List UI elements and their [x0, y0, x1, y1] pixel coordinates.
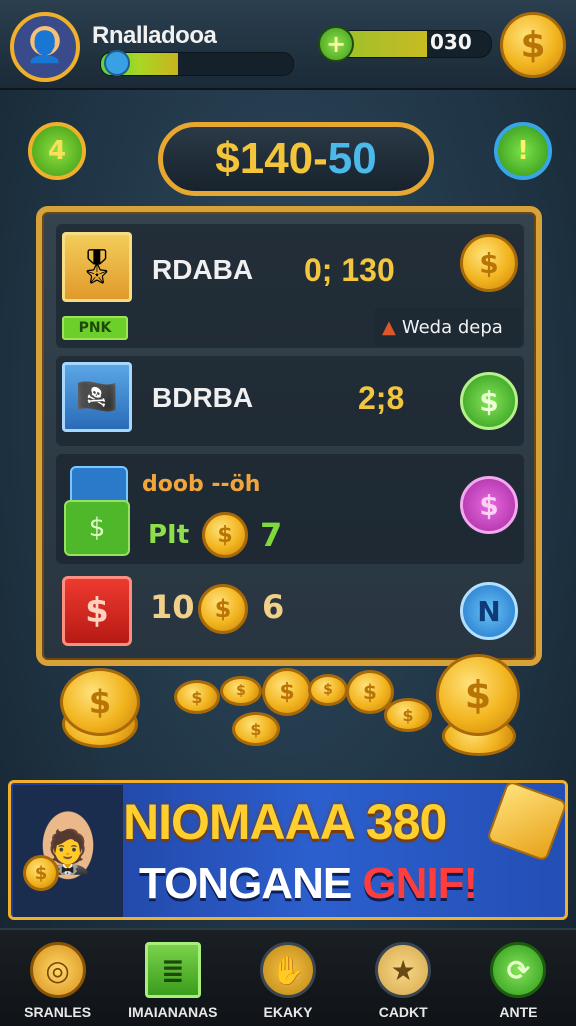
nav-item-2[interactable]: ≣ IMAIANANAS	[115, 930, 230, 1026]
nav-label-1: SRANLES	[24, 1004, 92, 1020]
coin-icon: $	[308, 674, 348, 706]
banner-subline: TONGANE GNIF!	[139, 859, 478, 909]
coin-icon: $	[262, 668, 312, 716]
row-2-action-button[interactable]: $	[460, 372, 518, 430]
board-row-3[interactable]: $ doob --öh PIt $ 7 $	[56, 454, 524, 564]
nav-item-3[interactable]: ✋ EKAKY	[230, 930, 345, 1026]
info-button[interactable]: !	[494, 122, 552, 180]
coin-icon: $	[436, 654, 520, 736]
row-3-action-button[interactable]: $	[460, 476, 518, 534]
coin-icon: $	[232, 712, 280, 746]
nav-item-1[interactable]: ◎ SRANLES	[0, 930, 115, 1026]
row-3-title: doob --öh	[142, 472, 261, 497]
row-1-notice: ▲ Weda depa	[374, 308, 522, 346]
row-4-right-value: 6	[262, 588, 285, 626]
row-4-action-button[interactable]: N	[460, 582, 518, 640]
banner-subline-main: TONGANE	[139, 859, 363, 908]
level-badge-button[interactable]: 4	[28, 122, 86, 180]
coin-icon: $	[384, 698, 432, 732]
badge-icon: ★	[375, 942, 432, 998]
coin-icon: $	[220, 676, 262, 706]
row-1-score: 0; 130	[304, 252, 395, 288]
host-portrait: 🤵	[13, 785, 123, 917]
refresh-icon: ⟳	[490, 942, 547, 998]
top-bar: 👤 Rnalladooa + 030 $	[0, 0, 576, 90]
list-icon: ≣	[144, 942, 201, 998]
row-1-coin-button[interactable]: $	[460, 234, 518, 292]
banner-coin-icon: $	[23, 855, 59, 891]
row-1-notice-text: Weda depa	[401, 316, 503, 338]
shop-coin-button[interactable]: $	[500, 12, 566, 78]
row-2-score: 2;8	[358, 380, 405, 416]
nav-item-4[interactable]: ★ CADKT	[346, 930, 461, 1026]
nav-item-5[interactable]: ⟳ ANTE	[461, 930, 576, 1026]
add-xp-button[interactable]: +	[318, 26, 354, 62]
nav-label-4: CADKT	[378, 1004, 428, 1020]
nav-label-3: EKAKY	[263, 1004, 313, 1020]
row-3-value: 7	[260, 516, 283, 554]
coin-icon: $	[174, 680, 220, 714]
bottom-nav: ◎ SRANLES ≣ IMAIANANAS ✋ EKAKY ★ CADKT ⟳…	[0, 928, 576, 1026]
player-name: Rnalladooa	[92, 22, 217, 49]
board-row-1[interactable]: 🎖 RDABA 0; 130 $ PNK ▲ Weda depa	[56, 224, 524, 348]
player-avatar[interactable]: 👤	[10, 12, 80, 82]
row-3-coin-icon: $	[202, 512, 248, 558]
nav-label-5: ANTE	[499, 1004, 538, 1020]
row-2-name: BDRBA	[152, 382, 254, 413]
row-1-tag: PNK	[62, 316, 128, 340]
row-4-left-value: 10	[150, 588, 195, 626]
coin-icon: $	[346, 670, 394, 714]
red-cash-card-icon: $	[62, 576, 132, 646]
balance-primary: $140	[215, 134, 314, 183]
player-portrait-1: 🎖	[62, 232, 132, 302]
xp-value: 030	[430, 30, 472, 54]
nav-label-2: IMAIANANAS	[128, 1004, 218, 1020]
banner-subline-accent: GNIF!	[362, 859, 478, 908]
banner-headline: NIOMAAA 380	[123, 794, 447, 850]
row-4-coin-icon: $	[198, 584, 248, 634]
bell-icon: ▲	[382, 316, 396, 338]
coin-stack-left-icon	[62, 700, 138, 748]
balance-separator: -	[313, 134, 328, 183]
row-1-name: RDABA	[152, 254, 254, 285]
balance-secondary: 50	[327, 134, 377, 183]
game-board: 🎖 RDABA 0; 130 $ PNK ▲ Weda depa 🏴‍☠️ BD…	[36, 206, 542, 666]
player-portrait-2: 🏴‍☠️	[62, 362, 132, 432]
level-indicator-icon	[104, 50, 130, 76]
board-row-4[interactable]: $ 10 $ 6 N	[56, 570, 524, 654]
row-3-label: PIt	[148, 520, 190, 550]
promo-banner[interactable]: 🤵 $ NIOMAAA 380 TONGANE GNIF!	[8, 780, 568, 920]
coin-icon: $	[60, 668, 140, 736]
prize-icon	[485, 783, 565, 863]
cash-stack-icon: $	[64, 466, 130, 556]
balance-display: $140 - 50	[158, 122, 434, 196]
wheel-icon: ◎	[29, 942, 86, 998]
hand-icon: ✋	[260, 942, 316, 998]
board-row-2[interactable]: 🏴‍☠️ BDRBA 2;8 $	[56, 356, 524, 446]
cash-card-icon: $	[64, 500, 130, 556]
coin-stack-right-icon	[442, 716, 516, 756]
